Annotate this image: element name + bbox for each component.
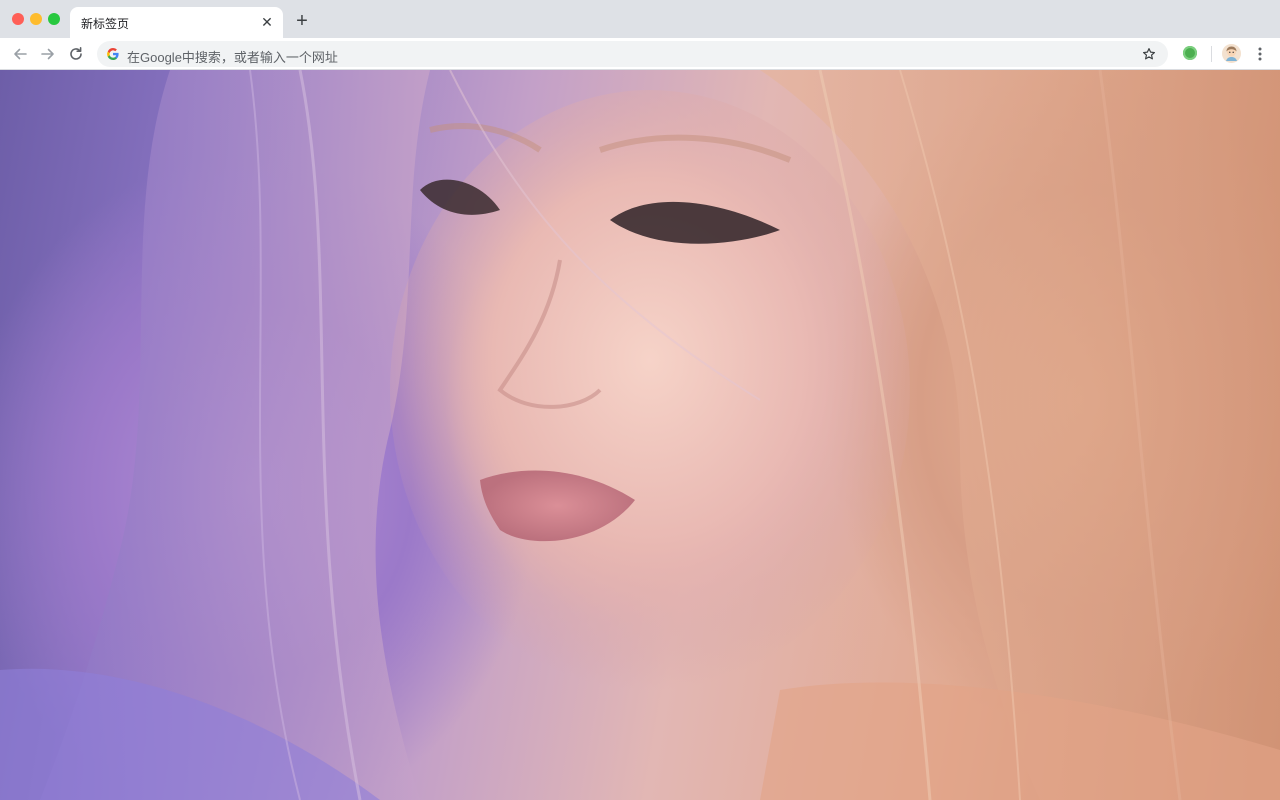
browser-window: 新标签页 ✕ + 在Google中搜索，或者输入一个网址 <box>0 0 1280 800</box>
avatar-icon[interactable] <box>1222 44 1241 63</box>
star-icon <box>1142 48 1156 60</box>
avatar-image <box>1222 44 1241 63</box>
toolbar: 在Google中搜索，或者输入一个网址 <box>0 38 1280 70</box>
bookmark-button[interactable] <box>1140 45 1158 63</box>
more-vertical-icon <box>1258 47 1262 61</box>
window-close-button[interactable] <box>12 13 24 25</box>
new-tab-button[interactable]: + <box>292 11 312 31</box>
tab-title: 新标签页 <box>81 17 130 31</box>
arrow-right-icon <box>41 48 54 60</box>
reload-button[interactable] <box>66 44 86 64</box>
back-button[interactable] <box>10 44 30 64</box>
window-minimize-button[interactable] <box>30 13 42 25</box>
arrow-left-icon <box>14 48 27 60</box>
window-maximize-button[interactable] <box>48 13 60 25</box>
more-menu-button[interactable] <box>1252 44 1268 64</box>
forward-button[interactable] <box>38 44 58 64</box>
reload-icon <box>70 47 82 60</box>
address-bar[interactable]: 在Google中搜索，或者输入一个网址 <box>97 41 1168 67</box>
green-circle-extension-icon[interactable] <box>1183 46 1197 60</box>
toolbar-divider <box>1211 46 1212 62</box>
tab-strip: 新标签页 ✕ + <box>0 0 1280 38</box>
google-g-icon <box>107 48 119 60</box>
tab-new-tab[interactable]: 新标签页 ✕ <box>70 7 283 38</box>
new-tab-wallpaper <box>0 70 1280 800</box>
wallpaper-photo <box>0 70 1280 800</box>
address-bar-placeholder: 在Google中搜索，或者输入一个网址 <box>127 50 338 65</box>
tab-close-icon[interactable]: ✕ <box>259 14 275 30</box>
